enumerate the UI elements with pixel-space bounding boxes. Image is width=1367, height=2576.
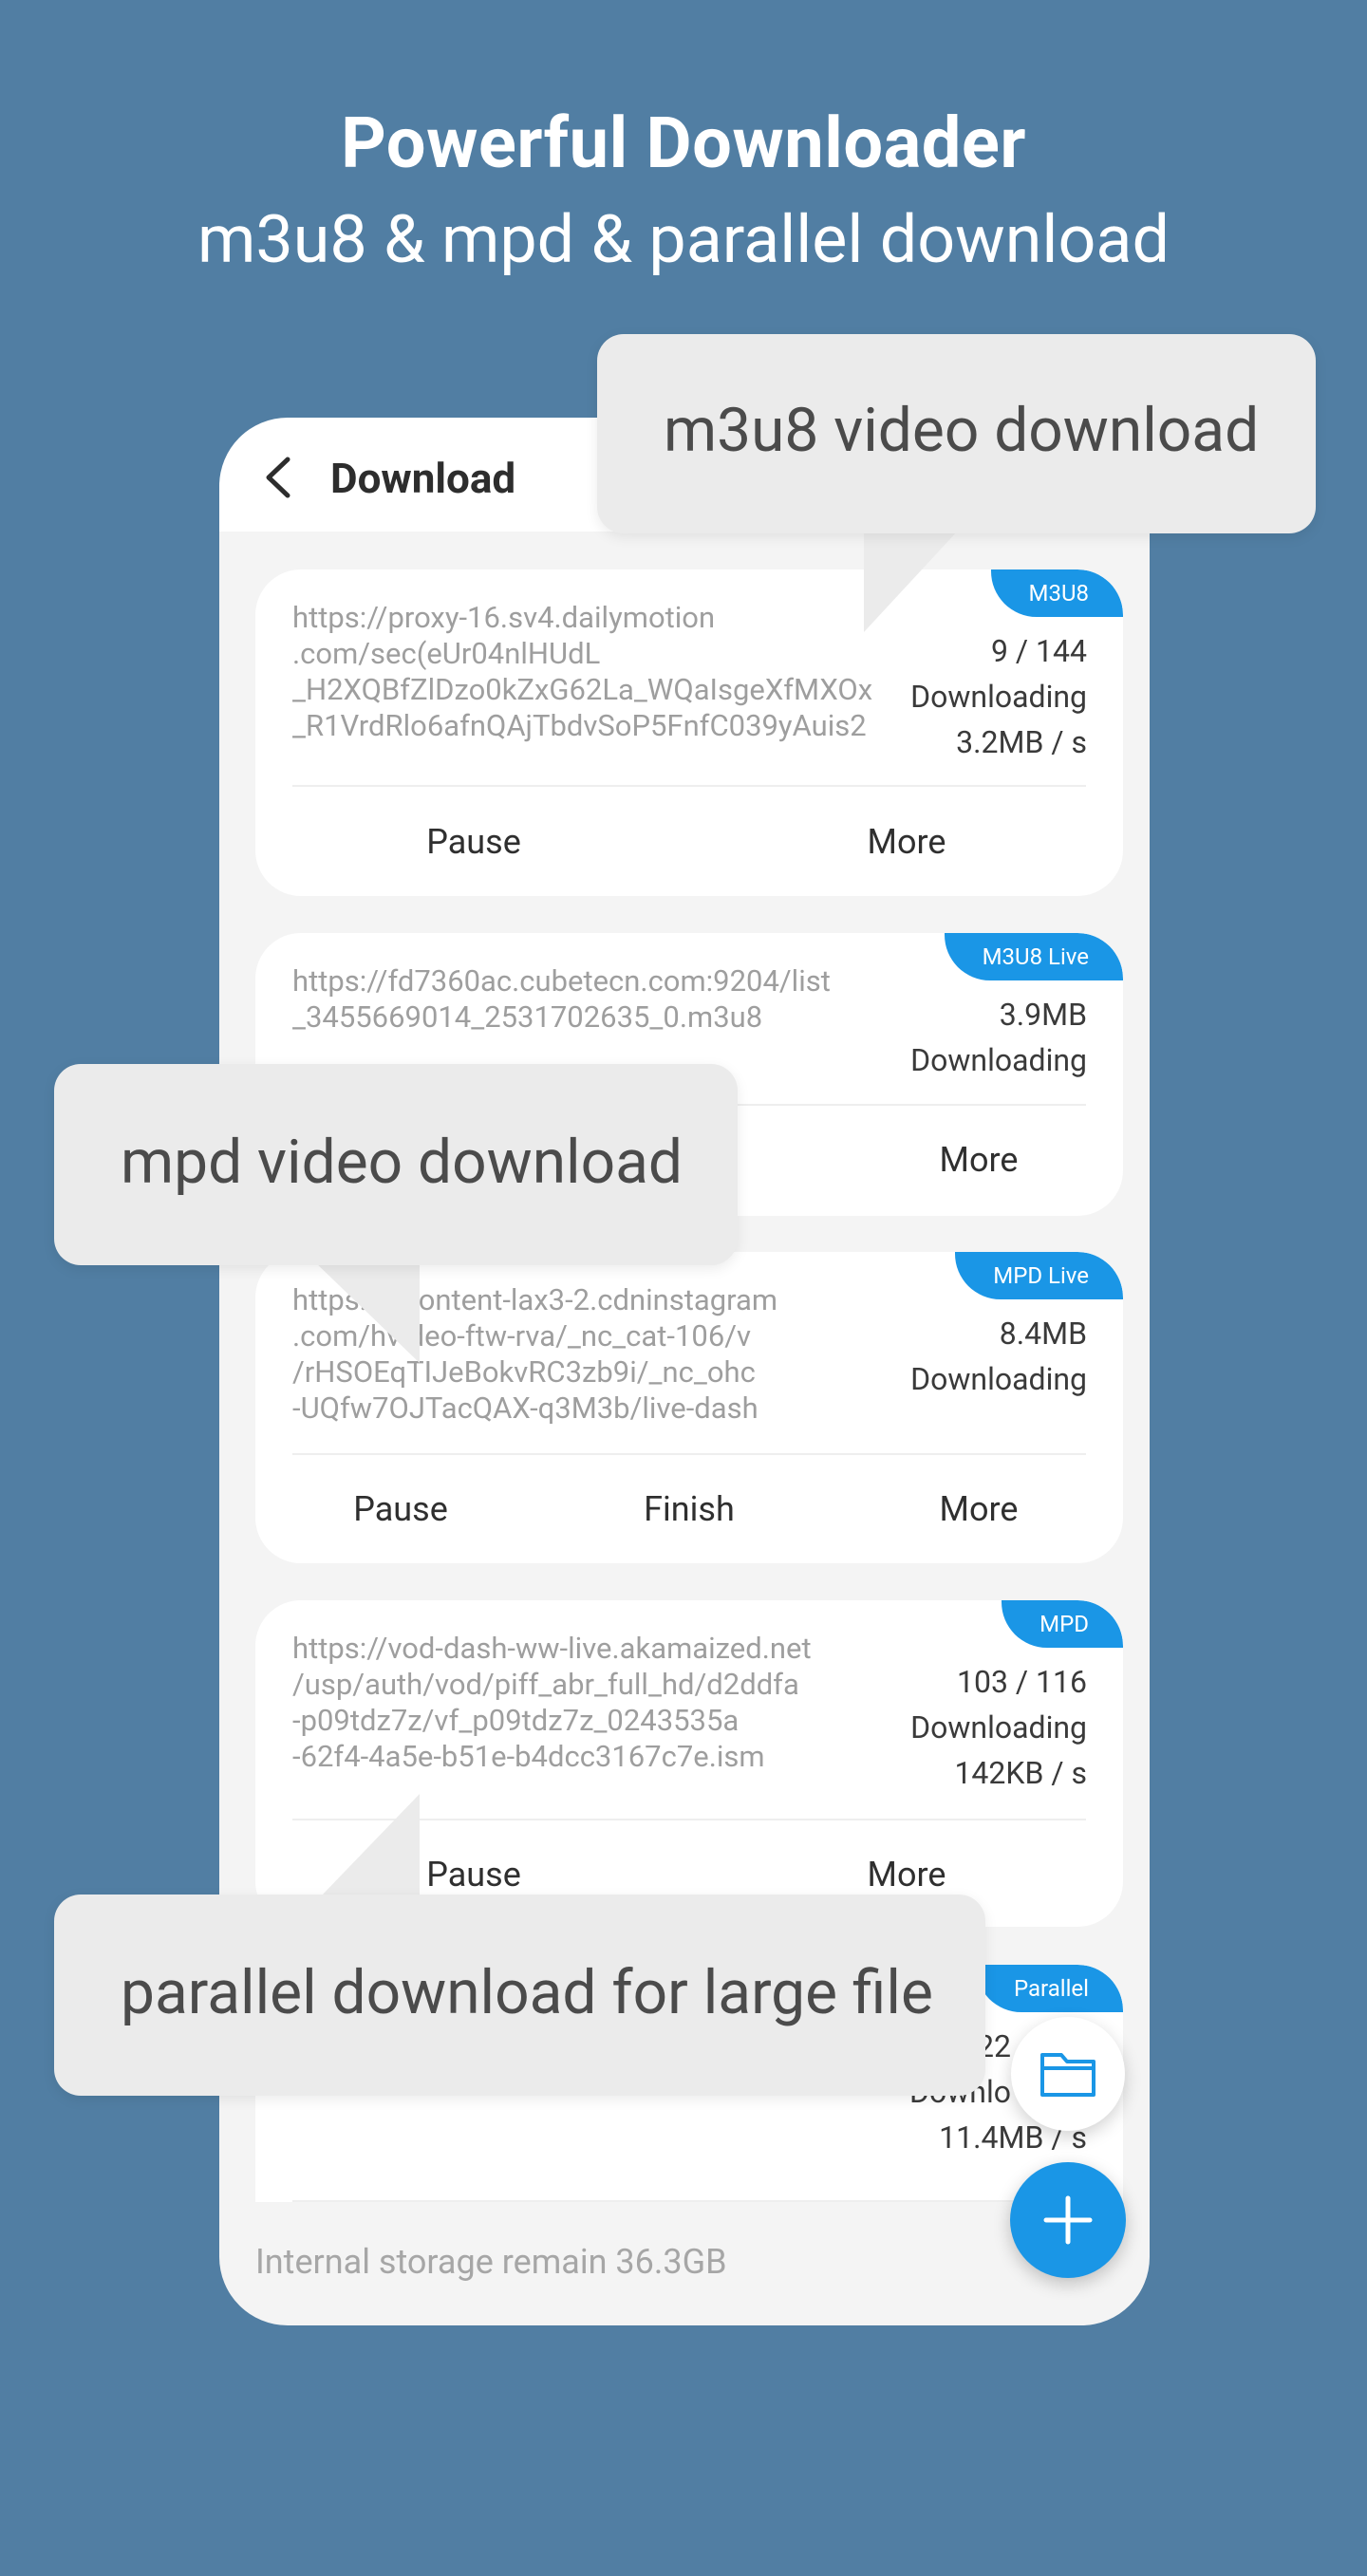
type-badge: Parallel [975,1965,1123,2012]
type-badge: M3U8 [990,569,1123,617]
more-button[interactable]: More [868,1855,946,1895]
folder-button[interactable] [1011,2017,1125,2131]
headline-title: Powerful Downloader [341,103,1026,185]
download-stats: 9 / 144 Downloading 3.2MB / s [910,628,1087,765]
download-url: https://proxy-16.sv4.dailymotion .com/se… [292,600,873,743]
speed-text: 142KB / s [954,1755,1087,1791]
size-text: 8.4MB [999,1316,1087,1352]
speed-text: 3.2MB / s [956,724,1087,760]
callout-text: m3u8 video download [664,395,1260,466]
headline-subtitle: m3u8 & mpd & parallel download [197,201,1170,279]
status-text: Downloading [910,1709,1087,1745]
callout-tail [319,1794,420,1898]
callout-tail [313,1260,420,1363]
chevron-left-icon[interactable] [259,454,297,501]
callout-tail [864,530,959,632]
status-text: Downloading [910,1361,1087,1397]
progress-count: 9 / 144 [990,633,1087,669]
pause-button[interactable]: Pause [426,822,521,862]
more-button[interactable]: More [940,1489,1019,1529]
callout-text: mpd video download [121,1127,683,1198]
progress-count: 103 / 116 [957,1664,1087,1700]
type-badge: M3U8 Live [944,933,1123,980]
download-url: https://fd7360ac.cubetecn.com:9204/list … [292,963,831,1035]
callout-parallel: parallel download for large file [54,1895,985,2096]
storage-remaining: Internal storage remain 36.3GB [255,2242,727,2282]
download-stats: 8.4MB Downloading [910,1311,1087,1402]
status-text: Downloading [910,679,1087,715]
pause-button[interactable]: Pause [353,1489,448,1529]
type-badge: MPD Live [955,1252,1123,1299]
finish-button[interactable]: Finish [644,1489,735,1529]
download-stats: 3.9MB Downloading [910,992,1087,1083]
status-text: Downloading [910,1042,1087,1078]
folder-icon [1040,2053,1095,2097]
download-stats: 103 / 116 Downloading 142KB / s [910,1659,1087,1796]
add-download-button[interactable] [1010,2162,1126,2278]
pause-button[interactable]: Pause [426,1855,521,1895]
download-item-m3u8[interactable]: M3U8 https://proxy-16.sv4.dailymotion .c… [255,569,1123,896]
page-title: Download [330,454,516,503]
plus-icon [1043,2195,1093,2245]
callout-m3u8: m3u8 video download [597,334,1316,533]
more-button[interactable]: More [868,822,946,862]
more-button[interactable]: More [940,1140,1019,1180]
divider [292,2200,1086,2202]
divider [292,785,1086,787]
callout-mpd: mpd video download [54,1064,738,1265]
callout-text: parallel download for large file [121,1957,933,2028]
download-url: https://vod-dash-ww-live.akamaized.net /… [292,1631,812,1774]
size-text: 3.9MB [999,997,1087,1033]
divider [292,1453,1086,1455]
